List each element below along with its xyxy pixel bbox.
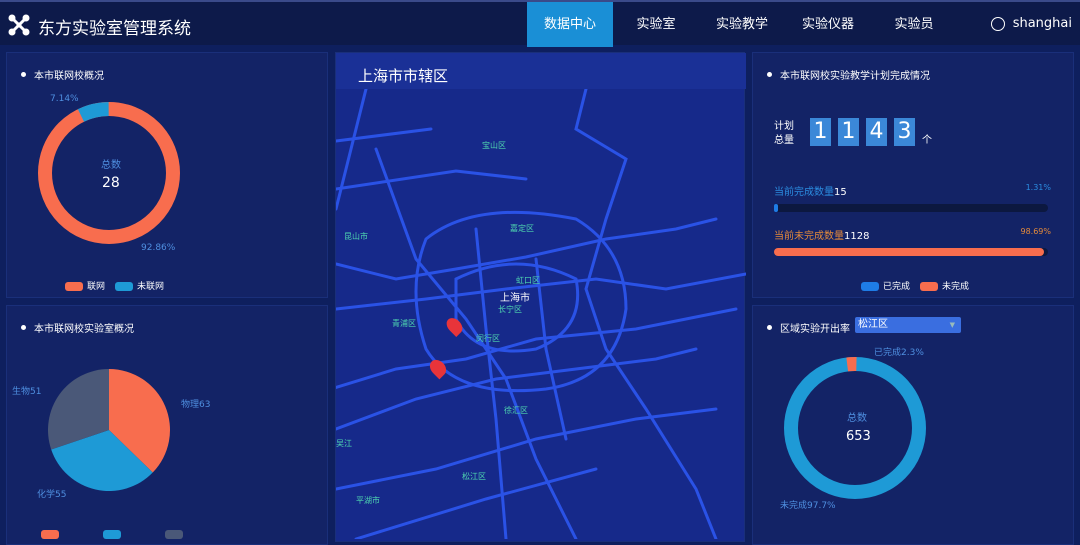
logo-icon xyxy=(8,14,30,36)
username: shanghai xyxy=(1012,16,1072,31)
district-select[interactable]: 松江区 ▼ xyxy=(855,317,961,333)
label-connected: 92.86% xyxy=(141,243,176,253)
map-label: 松江区 xyxy=(462,472,486,481)
region-rate-panel: 区域实验开出率 松江区 ▼ 总数 653 已完成2.3% 未完成97.7% xyxy=(752,305,1074,545)
map-label: 闵行区 xyxy=(476,334,500,343)
map-label: 吴江 xyxy=(336,439,352,448)
center-label: 总数 xyxy=(847,413,867,424)
labs-panel: 本市联网校实验室概况 物理63 化学55 生物51 xyxy=(6,305,328,545)
panel-title: 区域实验开出率 xyxy=(780,324,850,335)
legend-connected[interactable]: 联网 xyxy=(65,279,105,292)
nav-data-center[interactable]: 数据中心 xyxy=(527,2,613,47)
plan-total-digits: 1143个 xyxy=(810,118,932,146)
undone-label: 当前未完成数量 xyxy=(774,231,844,242)
user-icon xyxy=(990,16,1005,31)
map-label: 虹口区 xyxy=(516,276,540,285)
chevron-down-icon: ▼ xyxy=(949,321,955,329)
map-label: 长宁区 xyxy=(498,305,522,314)
label-physics: 物理63 xyxy=(181,400,211,410)
legend-undone[interactable]: 未完成 xyxy=(920,279,969,292)
map-label: 青浦区 xyxy=(392,319,416,328)
nav-lab[interactable]: 实验室 xyxy=(613,2,699,47)
map-label: 徐汇区 xyxy=(504,406,528,415)
map-city-label: 上海市 xyxy=(500,293,530,304)
label-biology: 生物51 xyxy=(12,387,42,397)
undone-pct: 98.69% xyxy=(1020,227,1051,236)
map-label: 昆山市 xyxy=(344,232,368,241)
center-label: 总数 xyxy=(101,160,121,171)
undone-progress xyxy=(774,248,1048,256)
total-value: 653 xyxy=(846,429,871,444)
map-title: 上海市市辖区 xyxy=(358,67,449,85)
main-nav: 数据中心 实验室 实验教学 实验仪器 实验员 xyxy=(527,2,957,47)
done-label: 当前完成数量 xyxy=(774,187,834,198)
done-value: 15 xyxy=(834,187,847,198)
plan-label: 总量 xyxy=(774,135,794,146)
panel-title: 本市联网校概况 xyxy=(34,71,104,82)
map-label: 平湖市 xyxy=(356,496,380,505)
user-menu[interactable]: shanghai xyxy=(990,16,1072,31)
nav-staff[interactable]: 实验员 xyxy=(871,2,957,47)
done-progress xyxy=(774,204,1048,212)
map-label: 宝山区 xyxy=(482,141,506,150)
label-chemistry: 化学55 xyxy=(37,490,67,500)
plan-completion-panel: 本市联网校实验教学计划完成情况 计划总量 1143个 当前完成数量15 1.31… xyxy=(752,52,1074,298)
plan-label: 计划 xyxy=(774,121,794,132)
road-map[interactable] xyxy=(336,89,746,539)
label-unconnected: 7.14% xyxy=(50,94,79,104)
label-done: 已完成2.3% xyxy=(874,348,924,358)
top-bar: 东方实验室管理系统 数据中心 实验室 实验教学 实验仪器 实验员 shangha… xyxy=(0,0,1080,47)
donut-undone xyxy=(784,357,926,499)
done-pct: 1.31% xyxy=(1025,183,1051,192)
total-value: 28 xyxy=(102,175,120,191)
donut-connected xyxy=(38,102,180,244)
map-label: 嘉定区 xyxy=(510,224,534,233)
map-panel: 上海市市辖区 宝山区 昆山市 嘉定区 虹口区 上海市 长宁区 青浦区 闵行区 徐… xyxy=(335,52,746,542)
panel-title: 本市联网校实验教学计划完成情况 xyxy=(780,71,930,82)
network-schools-panel: 本市联网校概况 总数 28 7.14% 92.86% 联网 未联网 xyxy=(6,52,328,298)
undone-value: 1128 xyxy=(844,231,870,242)
app-title: 东方实验室管理系统 xyxy=(38,19,191,39)
legend-done[interactable]: 已完成 xyxy=(861,279,910,292)
nav-teaching[interactable]: 实验教学 xyxy=(699,2,785,47)
label-undone: 未完成97.7% xyxy=(780,501,836,511)
nav-instruments[interactable]: 实验仪器 xyxy=(785,2,871,47)
legend-unconnected[interactable]: 未联网 xyxy=(115,279,164,292)
